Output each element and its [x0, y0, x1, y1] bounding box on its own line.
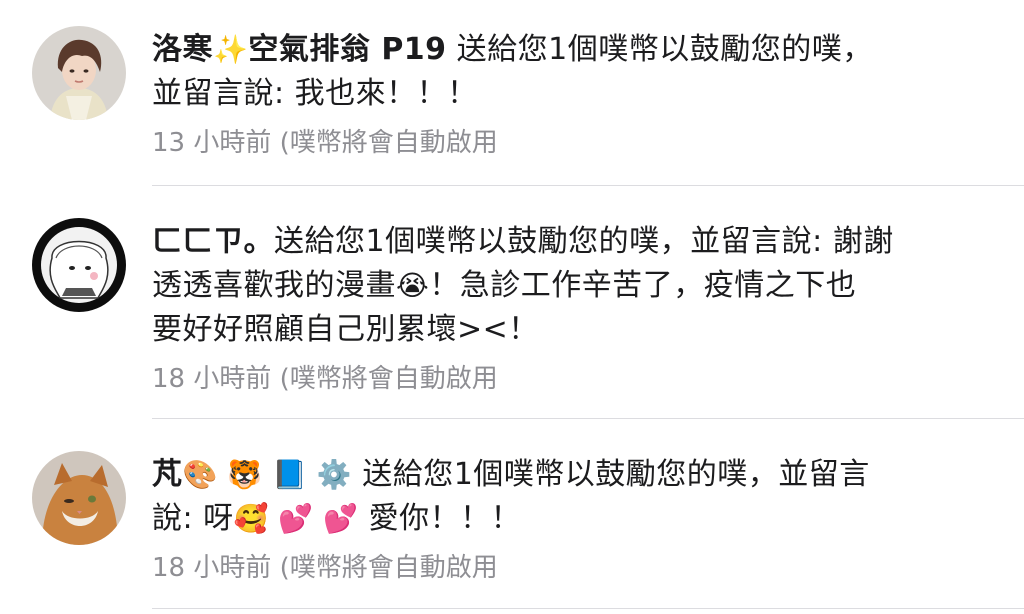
- message-text: 透透喜歡我的漫畫: [152, 268, 396, 303]
- avatar[interactable]: [32, 26, 126, 120]
- divider: [152, 418, 1024, 419]
- user-name[interactable]: 洛寒✨空氣排翁 P19: [152, 32, 447, 67]
- gift-message: 芃🎨 🐯 📘 ⚙️ 送給您1個噗幣以鼓勵您的噗，並留言說: 呀🥰 💕 💕 愛你！…: [152, 453, 994, 541]
- message-text: 送給您1個噗幣以鼓勵您的噗，: [456, 32, 873, 67]
- gift-message: 洛寒✨空氣排翁 P19 送給您1個噗幣以鼓勵您的噗， 並留言說: 我也來！！！: [152, 28, 994, 116]
- coin-status: (噗幣將會自動啟用: [279, 128, 498, 158]
- user-name[interactable]: 芃: [152, 457, 183, 492]
- message-text: 並留言說: 我也來！！！: [152, 76, 478, 111]
- coin-status: (噗幣將會自動啟用: [279, 553, 498, 583]
- message-text: 送給您1個噗幣以鼓勵您的噗，並留言: [362, 457, 870, 492]
- message-text: 送給您1個噗幣以鼓勵您的噗，並留言說: 謝謝: [274, 224, 894, 259]
- message-text: 愛你！！！: [368, 501, 522, 536]
- sparkle-emoji: ✨: [213, 33, 249, 66]
- divider: [152, 185, 1024, 186]
- crying-face-emoji: 😭: [396, 269, 430, 302]
- avatar-image: [32, 26, 126, 120]
- coin-status: (噗幣將會自動啟用: [279, 364, 498, 394]
- message-text: 要好好照顧自己別累壞><！: [152, 312, 539, 347]
- user-name[interactable]: ㄈㄈㄗ。: [152, 224, 274, 259]
- coin-gift-feed: 洛寒✨空氣排翁 P19 送給您1個噗幣以鼓勵您的噗， 並留言說: 我也來！！！ 1…: [0, 0, 1024, 614]
- avatar-image: [32, 451, 126, 545]
- avatar[interactable]: [32, 451, 126, 545]
- timestamp: 18 小時前: [152, 364, 272, 394]
- timestamp-row: 18 小時前 (噗幣將會自動啟用: [152, 362, 994, 396]
- avatar[interactable]: [32, 218, 126, 312]
- divider: [152, 608, 1024, 609]
- message-text: 說: 呀: [152, 501, 234, 536]
- love-emoji-icons: 🥰 💕 💕: [233, 502, 359, 535]
- timestamp-row: 13 小時前 (噗幣將會自動啟用: [152, 126, 994, 160]
- avatar-image: [32, 218, 126, 312]
- gift-message: ㄈㄈㄗ。送給您1個噗幣以鼓勵您的噗，並留言說: 謝謝透透喜歡我的漫畫😭！急診工作…: [152, 220, 994, 352]
- user-emoji-icons: 🎨 🐯 📘 ⚙️: [182, 458, 353, 491]
- timestamp: 13 小時前: [152, 128, 272, 158]
- timestamp: 18 小時前: [152, 553, 272, 583]
- message-text: ！急診工作辛苦了，疫情之下也: [429, 268, 857, 303]
- timestamp-row: 18 小時前 (噗幣將會自動啟用: [152, 551, 994, 585]
